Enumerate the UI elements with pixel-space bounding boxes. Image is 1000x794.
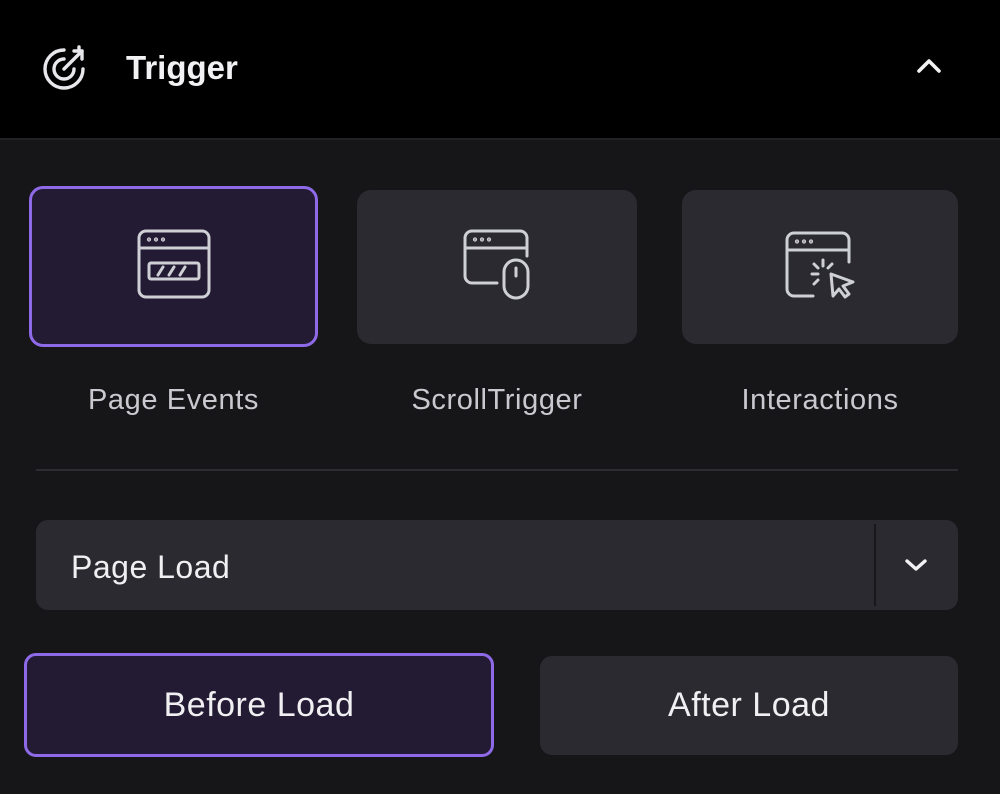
trigger-option-scrolltrigger[interactable]	[357, 190, 637, 344]
trigger-option-label: Interactions	[741, 384, 899, 416]
collapse-button[interactable]	[906, 48, 952, 88]
after-load-button[interactable]: After Load	[540, 656, 958, 755]
trigger-section-header[interactable]: Trigger	[0, 0, 1000, 140]
before-load-button[interactable]: Before Load	[24, 653, 494, 757]
chevron-down-icon[interactable]	[898, 548, 934, 582]
target-arrow-icon	[38, 42, 92, 96]
scroll-trigger-icon	[461, 228, 533, 307]
trigger-option-page-events[interactable]	[29, 186, 318, 347]
select-separator	[874, 524, 876, 606]
trigger-option-interactions[interactable]	[682, 190, 958, 344]
section-title: Trigger	[126, 49, 238, 86]
divider	[36, 469, 958, 471]
event-select[interactable]: Page Load	[36, 520, 958, 610]
page-events-icon	[136, 228, 212, 305]
interactions-icon	[783, 230, 857, 305]
trigger-option-label: Page Events	[87, 384, 260, 416]
event-select-value: Page Load	[71, 549, 231, 585]
chevron-up-icon	[916, 58, 942, 79]
trigger-option-label: ScrollTrigger	[411, 384, 583, 416]
